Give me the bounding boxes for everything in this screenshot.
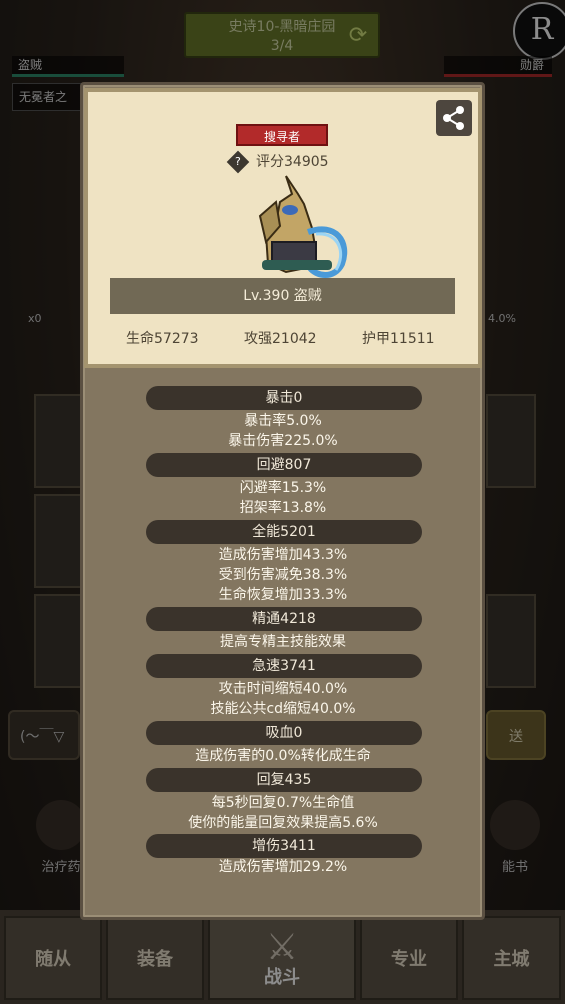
stat-line: 闪避率15.3% <box>239 480 327 496</box>
section-lifesteal: 吸血0 <box>146 721 422 745</box>
score-row: ? 评分34905 <box>226 150 329 174</box>
stat-line: 暴击伤害225.0% <box>228 433 338 449</box>
stat-line: 受到伤害减免38.3% <box>218 567 348 583</box>
section-versatility: 全能5201 <box>146 520 422 544</box>
share-icon <box>443 106 464 130</box>
stat-line: 造成伤害增加29.2% <box>218 859 348 875</box>
character-portrait <box>246 172 356 284</box>
stat-hp: 生命57273 <box>126 331 199 347</box>
section-regen: 回复435 <box>146 768 422 792</box>
stat-line: 使你的能量回复效果提高5.6% <box>188 815 378 831</box>
section-evasion: 回避807 <box>146 453 422 477</box>
stat-line: 造成伤害增加43.3% <box>218 547 348 563</box>
score-value: 评分34905 <box>256 154 329 170</box>
share-button[interactable] <box>436 100 472 136</box>
stat-line: 生命恢复增加33.3% <box>218 587 348 603</box>
stat-line: 攻击时间缩短40.0% <box>218 681 348 697</box>
stat-line: 暴击率5.0% <box>244 413 322 429</box>
section-haste: 急速3741 <box>146 654 422 678</box>
help-icon[interactable]: ? <box>226 150 250 174</box>
section-crit: 暴击0 <box>146 386 422 410</box>
stat-line: 招架率13.8% <box>239 500 327 516</box>
section-damage-bonus: 增伤3411 <box>146 834 422 858</box>
stat-line: 造成伤害的0.0%转化成生命 <box>195 748 371 764</box>
stat-line: 每5秒回复0.7%生命值 <box>211 795 355 811</box>
stat-attack: 攻强21042 <box>244 331 317 347</box>
class-badge: 搜寻者 <box>236 124 328 146</box>
character-name-bar: Lv.390 盗贼 <box>110 278 455 314</box>
stat-armor: 护甲11511 <box>362 331 435 347</box>
stat-line: 技能公共cd缩短40.0% <box>210 701 356 717</box>
stat-line: 提高专精主技能效果 <box>220 634 346 650</box>
section-mastery: 精通4218 <box>146 607 422 631</box>
